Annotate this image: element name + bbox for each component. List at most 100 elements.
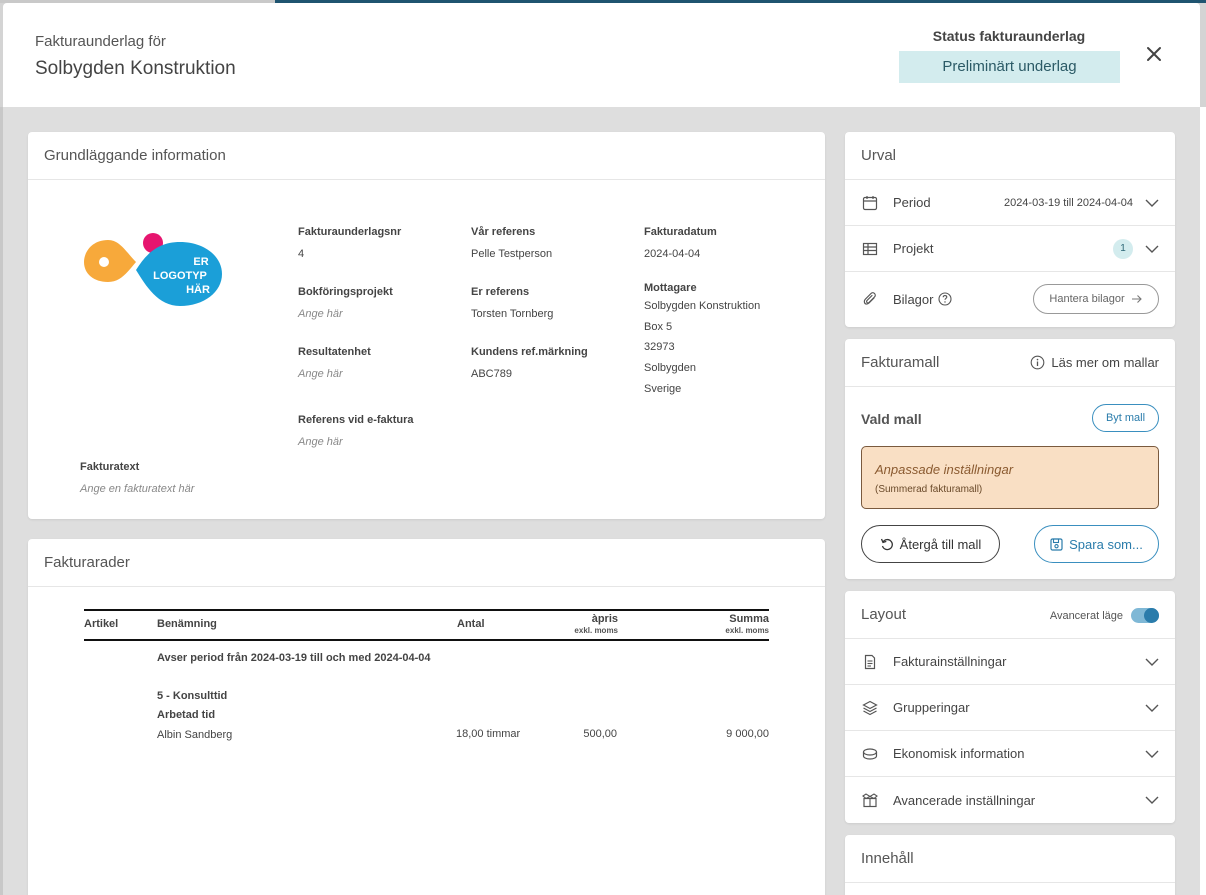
- save-icon: [1050, 537, 1063, 551]
- bilagor-label: Bilagor: [893, 291, 934, 307]
- layers-icon: [861, 699, 879, 717]
- projekt-row[interactable]: Projekt 1: [845, 226, 1175, 272]
- box-icon: [861, 791, 879, 809]
- content-title: Innehåll: [845, 835, 1175, 883]
- manage-attachments-label: Hantera bilagor: [1049, 293, 1125, 305]
- mottagare-line: Solbygden Konstruktion: [644, 300, 761, 312]
- group-subtitle: Arbetad tid: [157, 709, 216, 721]
- chevron-down-icon[interactable]: [1145, 794, 1159, 806]
- undo-icon: [880, 538, 893, 551]
- logo-placeholder-icon: ER LOGOTYP HÄR: [84, 233, 222, 306]
- basic-info-card: Grundläggande information ER LOGOTYP HÄR…: [28, 132, 825, 519]
- field-label: Er referens: [471, 286, 530, 298]
- col-summa-sub: exkl. moms: [725, 626, 769, 635]
- field-value: 4: [298, 248, 305, 260]
- field-label: Fakturatext: [80, 461, 140, 473]
- save-as-button[interactable]: Spara som...: [1034, 525, 1159, 563]
- template-info-link[interactable]: Läs mer om mallar: [1030, 355, 1159, 370]
- projekt-count-badge: 1: [1113, 238, 1133, 259]
- period-value: 2024-03-19 till 2024-04-04: [1003, 196, 1133, 209]
- col-artikel: Artikel: [84, 618, 119, 630]
- invoice-rows-table: Artikel Benämning Antal àpris exkl. moms…: [84, 609, 769, 741]
- invoice-rows-title: Fakturarader: [28, 539, 825, 587]
- row-apris: 500,00: [583, 728, 617, 740]
- revert-label: Återgå till mall: [899, 536, 982, 552]
- layout-item-label: Ekonomisk information: [893, 746, 1025, 761]
- table-header: Artikel Benämning Antal àpris exkl. moms…: [84, 609, 769, 641]
- bilagor-row: Bilagor Hantera bilagor: [845, 272, 1175, 326]
- field-kundens-ref[interactable]: Kundens ref.märkning ABC789: [471, 346, 588, 384]
- col-summa: Summa: [729, 613, 769, 625]
- field-label: Vår referens: [471, 226, 536, 238]
- layout-item-label: Avancerade inställningar: [893, 792, 1036, 808]
- layout-item-ekonomisk-information[interactable]: Ekonomisk information: [845, 731, 1175, 777]
- table-icon: [861, 240, 879, 258]
- field-label: Kundens ref.märkning: [471, 346, 588, 358]
- mottagare-line: Sverige: [644, 382, 682, 395]
- field-fakturadatum[interactable]: Fakturadatum 2024-04-04: [644, 226, 717, 264]
- field-value[interactable]: Pelle Testperson: [471, 244, 552, 264]
- layout-item-fakturainstallningar[interactable]: Fakturainställningar: [845, 639, 1175, 685]
- field-placeholder[interactable]: Ange här: [298, 368, 371, 380]
- field-fakturatext[interactable]: Fakturatext Ange en fakturatext här: [80, 461, 194, 495]
- layout-card: Layout Avancerat läge Fakturainställning…: [845, 591, 1175, 823]
- field-referens-efaktura[interactable]: Referens vid e-faktura Ange här: [298, 414, 414, 448]
- logo-text-3: HÄR: [186, 283, 210, 296]
- field-er-referens[interactable]: Er referens Torsten Tornberg: [471, 286, 553, 324]
- period-text: Avser period från 2024-03-19 till och me…: [157, 652, 431, 664]
- status-label: Status fakturaunderlag: [932, 28, 1086, 44]
- arrow-right-icon: [1131, 295, 1142, 303]
- invoice-template-card: Fakturamall Läs mer om mallar Vald mall …: [845, 339, 1175, 579]
- field-value[interactable]: Torsten Tornberg: [471, 304, 553, 324]
- background-edge: [1200, 107, 1206, 895]
- manage-attachments-button[interactable]: Hantera bilagor: [1033, 284, 1159, 314]
- group-title: 5 - Konsulttid: [157, 690, 228, 702]
- row-name: Albin Sandberg: [157, 729, 233, 741]
- selection-card: Urval Period 2024-03-19 till 2024-04-04 …: [845, 132, 1175, 327]
- invoice-basis-modal: Fakturaunderlag för Solbygden Konstrukti…: [3, 3, 1200, 895]
- field-placeholder[interactable]: Ange en fakturatext här: [80, 483, 194, 495]
- field-label: Bokföringsprojekt: [298, 286, 393, 298]
- custom-settings-box: Anpassade inställningar (Summerad faktur…: [861, 446, 1159, 509]
- field-fakturaunderlagsnr: Fakturaunderlagsnr 4: [298, 226, 401, 264]
- field-placeholder[interactable]: Ange här: [298, 308, 393, 320]
- field-resultatenhet[interactable]: Resultatenhet Ange här: [298, 346, 371, 380]
- field-label: Referens vid e-faktura: [298, 414, 414, 426]
- selected-template-label: Vald mall: [861, 411, 922, 427]
- change-template-button[interactable]: Byt mall: [1092, 404, 1159, 432]
- field-label: Fakturadatum: [644, 226, 717, 238]
- coins-icon: [861, 745, 879, 763]
- close-icon: [1147, 47, 1161, 61]
- save-as-label: Spara som...: [1069, 536, 1143, 552]
- company-logo[interactable]: ER LOGOTYP HÄR: [80, 232, 230, 317]
- chevron-down-icon[interactable]: [1145, 197, 1159, 209]
- layout-item-grupperingar[interactable]: Grupperingar: [845, 685, 1175, 731]
- field-var-referens[interactable]: Vår referens Pelle Testperson: [471, 226, 552, 264]
- advanced-mode-toggle[interactable]: [1131, 608, 1159, 623]
- revert-to-template-button[interactable]: Återgå till mall: [861, 525, 1000, 563]
- mottagare-line: 32973: [644, 341, 675, 354]
- field-value[interactable]: 2024-04-04: [644, 244, 717, 264]
- chevron-down-icon[interactable]: [1145, 243, 1159, 255]
- chevron-down-icon[interactable]: [1145, 656, 1159, 668]
- help-icon[interactable]: [938, 292, 953, 306]
- chevron-down-icon[interactable]: [1145, 702, 1159, 714]
- period-label: Period: [893, 195, 931, 210]
- template-info-label: Läs mer om mallar: [1051, 355, 1159, 370]
- content-card: Innehåll: [845, 835, 1175, 895]
- field-placeholder[interactable]: Ange här: [298, 436, 414, 448]
- close-button[interactable]: [1143, 43, 1165, 65]
- modal-subtitle: Fakturaunderlag för: [35, 33, 166, 50]
- chevron-down-icon[interactable]: [1145, 748, 1159, 760]
- col-antal: Antal: [457, 618, 485, 630]
- layout-item-avancerade-installningar[interactable]: Avancerade inställningar: [845, 777, 1175, 823]
- custom-settings-subtitle: (Summerad fakturamall): [875, 484, 983, 495]
- period-row[interactable]: Period 2024-03-19 till 2024-04-04: [845, 180, 1175, 226]
- modal-header: Fakturaunderlag för Solbygden Konstrukti…: [3, 3, 1200, 107]
- field-label: Mottagare: [644, 282, 697, 294]
- field-value[interactable]: ABC789: [471, 364, 588, 384]
- custom-settings-title: Anpassade inställningar: [875, 462, 1014, 477]
- field-bokforingsprojekt[interactable]: Bokföringsprojekt Ange här: [298, 286, 393, 320]
- mottagare-line: Solbygden: [644, 362, 696, 375]
- col-apris-sub: exkl. moms: [574, 626, 618, 635]
